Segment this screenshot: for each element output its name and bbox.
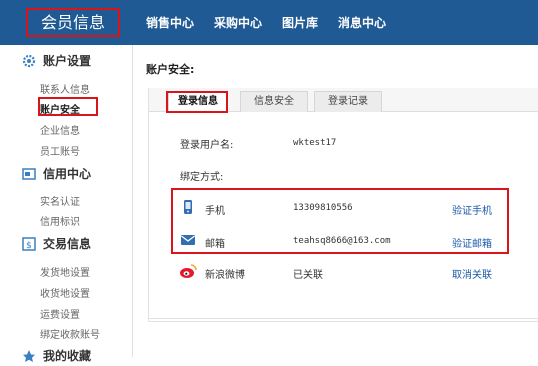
verify-email-link[interactable]: 验证邮箱 <box>452 235 492 250</box>
favorite-icon <box>22 349 36 363</box>
panel-bottom-border <box>148 318 538 319</box>
binding-phone-label: 手机 <box>205 206 225 217</box>
sidebar-item-ship-to[interactable]: 收货地设置 <box>40 285 90 300</box>
credit-icon <box>22 167 36 181</box>
sidebar-item-company-info[interactable]: 企业信息 <box>40 122 80 137</box>
tab-login-records[interactable]: 登录记录 <box>314 91 382 112</box>
sidebar-item-staff-accounts[interactable]: 员工账号 <box>40 143 80 158</box>
binding-weibo-status: 已关联 <box>293 270 323 281</box>
tab-info-security[interactable]: 信息安全 <box>240 91 308 112</box>
nav-image-library[interactable]: 图片库 <box>282 14 318 31</box>
trade-icon: $ <box>22 236 36 251</box>
verify-phone-link[interactable]: 验证手机 <box>452 202 492 217</box>
active-tab-highlight <box>166 91 228 113</box>
sidebar-section-favorites[interactable]: 我的收藏 <box>22 347 91 364</box>
nav-sales-center[interactable]: 销售中心 <box>146 14 194 31</box>
gear-icon <box>22 54 36 68</box>
binding-phone-value: 13309810556 <box>293 203 353 213</box>
sidebar-item-bind-payment[interactable]: 绑定收款账号 <box>40 326 100 341</box>
sidebar-item-freight[interactable]: 运费设置 <box>40 306 80 321</box>
sidebar-item-contact-info[interactable]: 联系人信息 <box>40 81 90 96</box>
sidebar-section-trade-info[interactable]: $ 交易信息 <box>22 235 91 252</box>
login-username-value: wktest17 <box>293 138 337 148</box>
page-title: 账户安全: <box>146 63 195 76</box>
sidebar-section-title: 信用中心 <box>43 167 92 181</box>
sidebar-section-credit-center[interactable]: 信用中心 <box>22 165 91 182</box>
unlink-weibo-link[interactable]: 取消关联 <box>452 266 492 281</box>
active-item-highlight <box>38 97 98 116</box>
sidebar-section-account-settings[interactable]: 账户设置 <box>22 52 91 69</box>
nav-message-center[interactable]: 消息中心 <box>338 14 386 31</box>
svg-text:$: $ <box>26 241 32 251</box>
nav-purchase-center[interactable]: 采购中心 <box>214 14 262 31</box>
bind-method-label: 绑定方式: <box>180 172 224 183</box>
login-username-label: 登录用户名: <box>180 140 234 151</box>
weibo-icon <box>179 263 197 279</box>
email-icon <box>180 232 196 248</box>
top-nav: 销售中心 采购中心 图片库 消息中心 <box>146 0 406 45</box>
sidebar-section-title: 账户设置 <box>43 54 92 68</box>
sidebar-item-credit-mark[interactable]: 信用标识 <box>40 213 80 228</box>
sidebar-item-ship-from[interactable]: 发货地设置 <box>40 264 90 279</box>
member-info-title[interactable]: 会员信息 <box>26 8 120 37</box>
sidebar-item-realname-auth[interactable]: 实名认证 <box>40 193 80 208</box>
sidebar-section-title: 我的收藏 <box>43 349 92 363</box>
binding-email-value: teahsq8666@163.com <box>293 236 391 246</box>
sidebar-divider <box>132 45 133 357</box>
phone-icon <box>180 199 196 215</box>
binding-email-label: 邮箱 <box>205 239 225 250</box>
sidebar-section-title: 交易信息 <box>43 237 92 251</box>
binding-weibo-label: 新浪微博 <box>205 270 245 281</box>
